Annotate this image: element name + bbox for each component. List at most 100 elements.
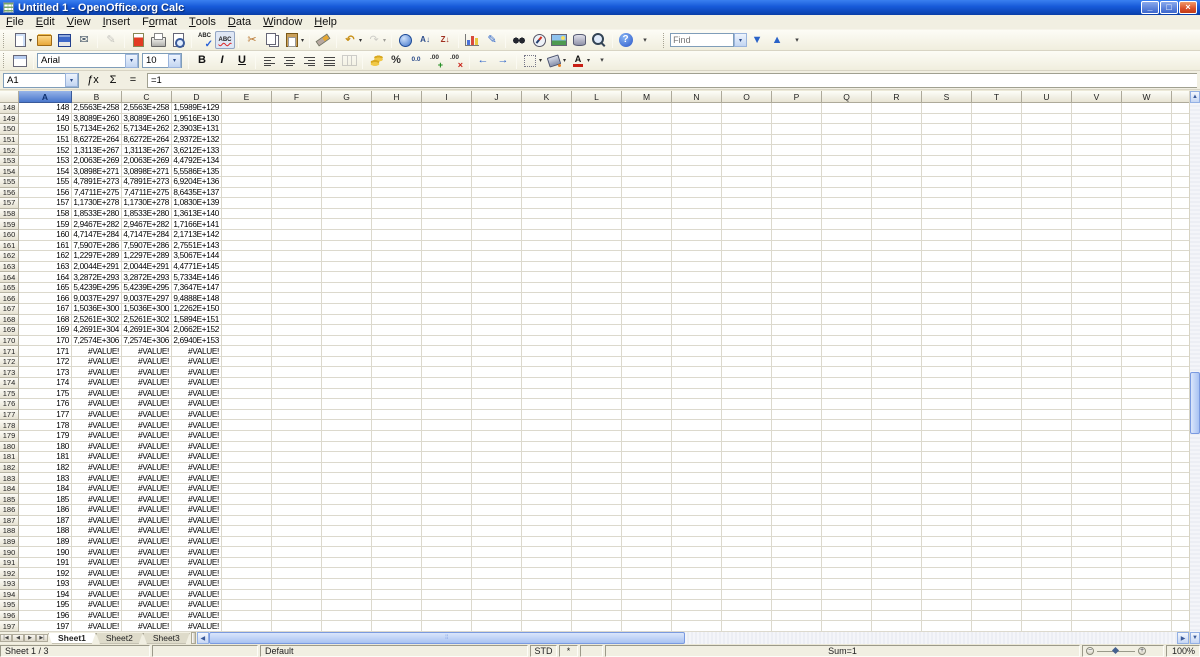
cell-S195[interactable] bbox=[922, 600, 972, 611]
cell-M159[interactable] bbox=[622, 219, 672, 230]
cell-M161[interactable] bbox=[622, 240, 672, 252]
increase-indent-button[interactable]: → bbox=[493, 52, 513, 70]
cell-D160[interactable]: 2,1713E+142 bbox=[172, 229, 222, 241]
cell-W180[interactable] bbox=[1122, 441, 1172, 453]
cell-O156[interactable] bbox=[722, 187, 772, 199]
cell-L171[interactable] bbox=[572, 346, 622, 357]
cell-N149[interactable] bbox=[672, 113, 722, 125]
row-header-173[interactable]: 173 bbox=[0, 367, 19, 379]
row-header-192[interactable]: 192 bbox=[0, 568, 19, 580]
cell-D189[interactable]: #VALUE! bbox=[172, 536, 222, 548]
cell-D164[interactable]: 5,7334E+146 bbox=[172, 272, 222, 283]
cell-R186[interactable] bbox=[872, 504, 922, 516]
cell-H153[interactable] bbox=[372, 155, 422, 167]
autospellcheck-button[interactable] bbox=[215, 31, 236, 49]
cell-N188[interactable] bbox=[672, 526, 722, 537]
menu-window[interactable]: Window bbox=[257, 15, 308, 29]
cell-T154[interactable] bbox=[972, 166, 1022, 178]
cell-J173[interactable] bbox=[472, 367, 522, 379]
cell-D188[interactable]: #VALUE! bbox=[172, 526, 222, 537]
cell-A187[interactable]: 187 bbox=[19, 515, 72, 527]
cell-T196[interactable] bbox=[972, 610, 1022, 622]
cell-Q187[interactable] bbox=[822, 515, 872, 527]
insert-chart-button[interactable] bbox=[462, 31, 482, 49]
cell-F188[interactable] bbox=[272, 526, 322, 537]
cell-L159[interactable] bbox=[572, 219, 622, 230]
cell-C151[interactable]: 8,6272E+264 bbox=[122, 134, 172, 146]
cell-T166[interactable] bbox=[972, 293, 1022, 304]
cell-W184[interactable] bbox=[1122, 483, 1172, 495]
cell-N185[interactable] bbox=[672, 494, 722, 505]
cell-J180[interactable] bbox=[472, 441, 522, 453]
cell-T172[interactable] bbox=[972, 356, 1022, 368]
cell-G175[interactable] bbox=[322, 388, 372, 400]
cell-F195[interactable] bbox=[272, 600, 322, 611]
cell-N196[interactable] bbox=[672, 610, 722, 622]
cell-M151[interactable] bbox=[622, 134, 672, 146]
cell-D185[interactable]: #VALUE! bbox=[172, 494, 222, 505]
cell-V159[interactable] bbox=[1072, 219, 1122, 230]
cell-Q151[interactable] bbox=[822, 134, 872, 146]
cell-K197[interactable] bbox=[522, 621, 572, 632]
dropdown-arrow-icon[interactable]: ▾ bbox=[301, 37, 304, 44]
cell-H163[interactable] bbox=[372, 261, 422, 273]
cell-Q197[interactable] bbox=[822, 621, 872, 632]
cell-C166[interactable]: 9,0037E+297 bbox=[122, 293, 172, 304]
cell-P173[interactable] bbox=[772, 367, 822, 379]
cell-G171[interactable] bbox=[322, 346, 372, 357]
cell-W156[interactable] bbox=[1122, 187, 1172, 199]
cell-L160[interactable] bbox=[572, 229, 622, 241]
find-replace-button[interactable] bbox=[509, 31, 529, 49]
cell-J152[interactable] bbox=[472, 145, 522, 156]
cell-M181[interactable] bbox=[622, 452, 672, 463]
cell-K151[interactable] bbox=[522, 134, 572, 146]
cell-B155[interactable]: 4,7891E+273 bbox=[72, 177, 122, 188]
cell-N190[interactable] bbox=[672, 547, 722, 558]
sheet-splitter-handle[interactable] bbox=[190, 632, 196, 644]
cell-J161[interactable] bbox=[472, 240, 522, 252]
cell-R190[interactable] bbox=[872, 547, 922, 558]
cell-H173[interactable] bbox=[372, 367, 422, 379]
cell-E194[interactable] bbox=[222, 589, 272, 601]
zoom-slider[interactable]: − + bbox=[1082, 645, 1164, 657]
column-header-n[interactable]: N bbox=[672, 91, 722, 103]
cell-T153[interactable] bbox=[972, 155, 1022, 167]
cell-K172[interactable] bbox=[522, 356, 572, 368]
column-header-j[interactable]: J bbox=[472, 91, 522, 103]
cell-G155[interactable] bbox=[322, 177, 372, 188]
cell-N193[interactable] bbox=[672, 579, 722, 590]
cell-Q181[interactable] bbox=[822, 452, 872, 463]
cell-D182[interactable]: #VALUE! bbox=[172, 462, 222, 474]
cell-G195[interactable] bbox=[322, 600, 372, 611]
cell-A197[interactable]: 197 bbox=[19, 621, 72, 632]
cell-O185[interactable] bbox=[722, 494, 772, 505]
cell-H155[interactable] bbox=[372, 177, 422, 188]
cell-O170[interactable] bbox=[722, 335, 772, 347]
cell-K160[interactable] bbox=[522, 229, 572, 241]
row-header-177[interactable]: 177 bbox=[0, 409, 19, 421]
cell-K165[interactable] bbox=[522, 282, 572, 294]
cell-T164[interactable] bbox=[972, 272, 1022, 283]
cell-A184[interactable]: 184 bbox=[19, 483, 72, 495]
cell-I155[interactable] bbox=[422, 177, 472, 188]
cell-R192[interactable] bbox=[872, 568, 922, 580]
cell-K154[interactable] bbox=[522, 166, 572, 178]
cell-B167[interactable]: 1,5036E+300 bbox=[72, 303, 122, 315]
cell-Q171[interactable] bbox=[822, 346, 872, 357]
cell-O189[interactable] bbox=[722, 536, 772, 548]
cell-I197[interactable] bbox=[422, 621, 472, 632]
cell-R154[interactable] bbox=[872, 166, 922, 178]
cell-S167[interactable] bbox=[922, 303, 972, 315]
cell-J160[interactable] bbox=[472, 229, 522, 241]
cell-G149[interactable] bbox=[322, 113, 372, 125]
cell-E173[interactable] bbox=[222, 367, 272, 379]
cell-B196[interactable]: #VALUE! bbox=[72, 610, 122, 622]
cell-D151[interactable]: 2,9372E+132 bbox=[172, 134, 222, 146]
cell-A172[interactable]: 172 bbox=[19, 356, 72, 368]
cell-D175[interactable]: #VALUE! bbox=[172, 388, 222, 400]
cell-J194[interactable] bbox=[472, 589, 522, 601]
cell-G176[interactable] bbox=[322, 399, 372, 410]
cell-C164[interactable]: 3,2872E+293 bbox=[122, 272, 172, 283]
cell-L187[interactable] bbox=[572, 515, 622, 527]
cell-I153[interactable] bbox=[422, 155, 472, 167]
